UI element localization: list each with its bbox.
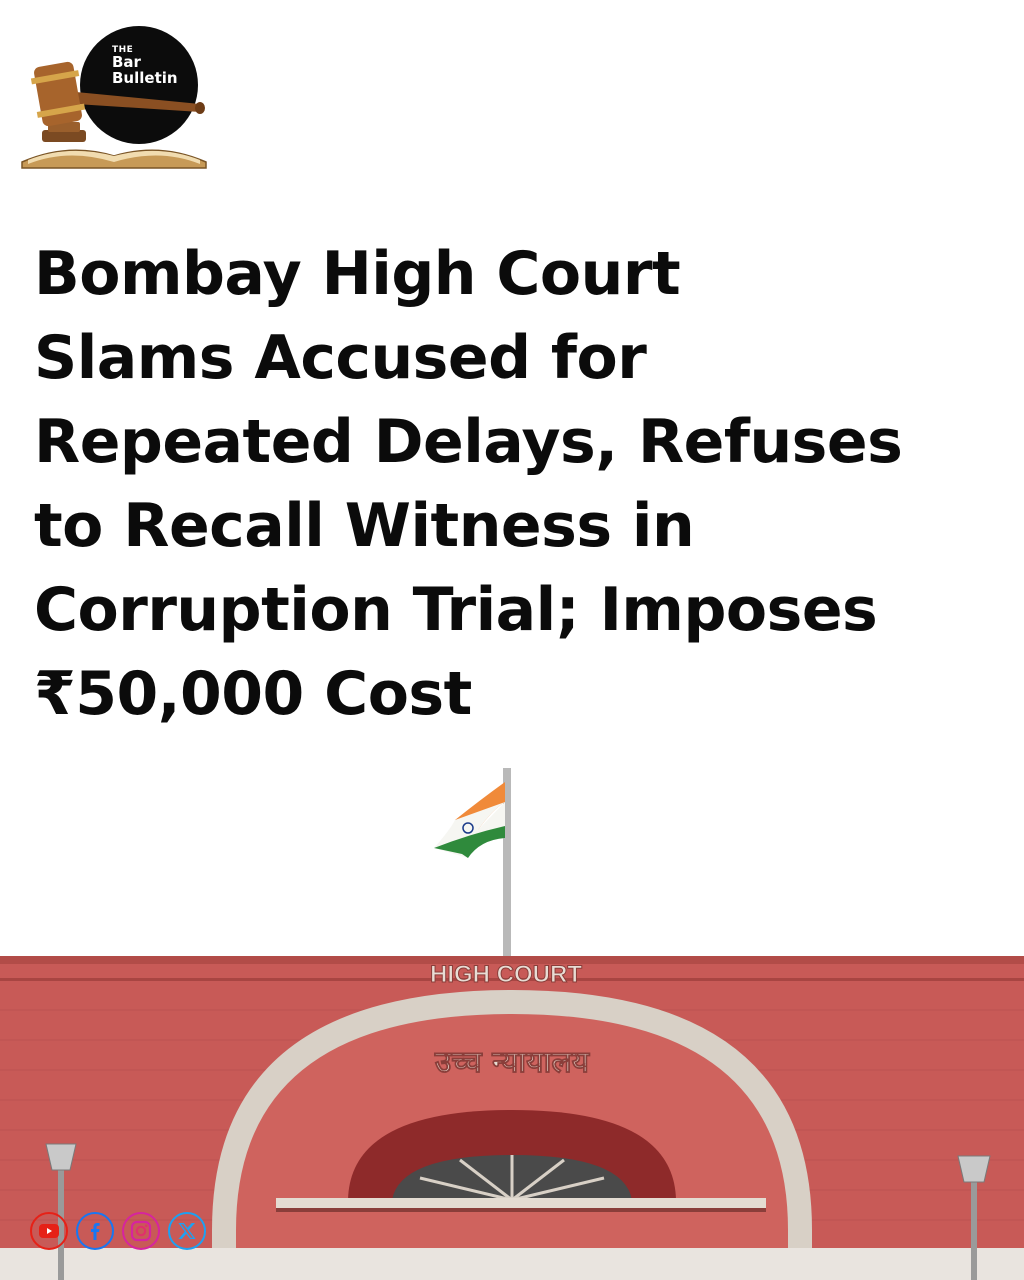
headline-line-3: Repeated Delays, Refuses [34, 407, 903, 477]
instagram-icon[interactable] [122, 1212, 160, 1250]
facebook-icon[interactable] [76, 1212, 114, 1250]
sign-english: HIGH COURT [430, 961, 582, 988]
logo-wordmark: THE Bar Bulletin [112, 45, 178, 88]
headline-line-2: Slams Accused for [34, 323, 647, 393]
headline-line-5: Corruption Trial; Imposes [34, 575, 878, 645]
indian-flag-icon [434, 782, 505, 858]
headline-line-4: to Recall Witness in [34, 491, 695, 561]
x-icon[interactable] [168, 1212, 206, 1250]
brand-logo: THE Bar Bulletin [18, 24, 210, 172]
headline-line-6: ₹50,000 Cost [34, 659, 472, 729]
social-links [30, 1212, 206, 1250]
ledge [276, 1198, 766, 1208]
headline-line-1: Bombay High Court [34, 239, 681, 309]
sign-hindi: उच्च न्यायालय [434, 1045, 591, 1080]
headline: Bombay High Court Slams Accused for Repe… [34, 232, 994, 736]
high-court-building: HIGH COURT उच्च न्यायालय [0, 768, 1024, 1280]
logo-bulletin: Bulletin [112, 69, 178, 88]
youtube-icon[interactable] [30, 1212, 68, 1250]
